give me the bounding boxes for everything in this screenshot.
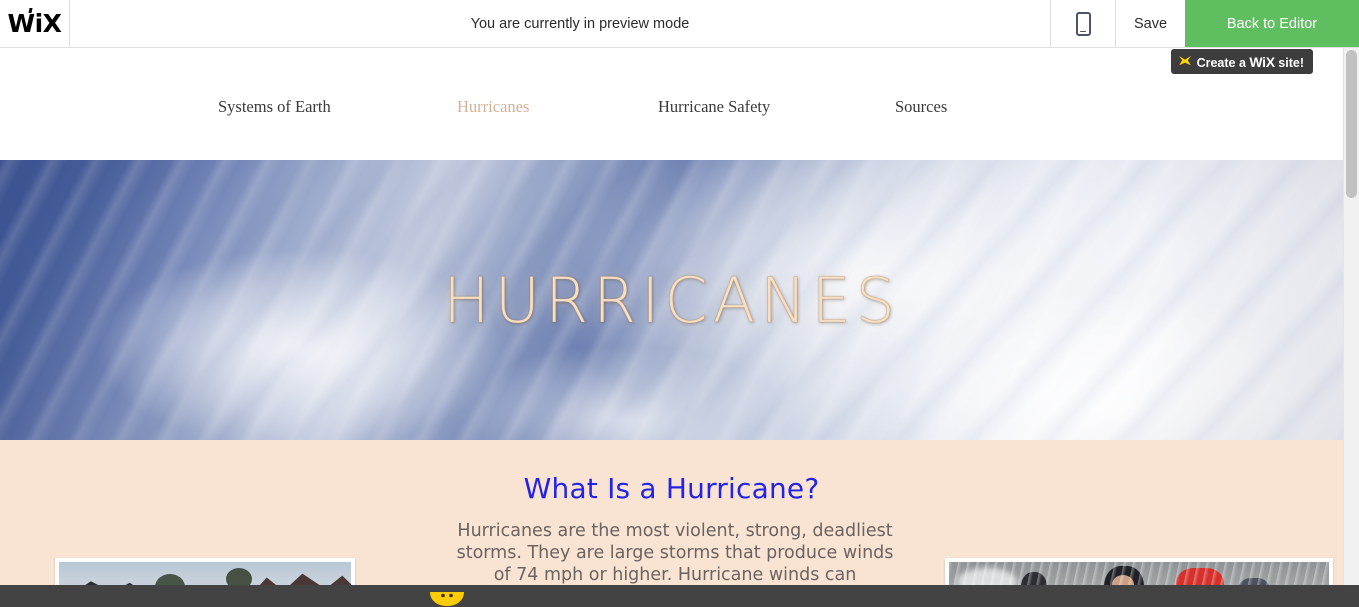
content-paragraph: Hurricanes are the most violent, strong,…	[455, 520, 895, 586]
preview-message-container: You are currently in preview mode	[70, 0, 1050, 47]
hero-section: HURRICANES	[0, 160, 1343, 440]
save-button-label: Save	[1134, 16, 1167, 32]
badge-text-after: site!	[1278, 56, 1304, 70]
content-section: What Is a Hurricane? Hurricanes are the …	[0, 440, 1343, 607]
wix-yellow-face-icon[interactable]	[428, 591, 466, 607]
wix-logo: WiX	[8, 11, 62, 36]
wix-logo-text: WiX	[8, 9, 62, 38]
nav-item-systems-of-earth[interactable]: Systems of Earth	[218, 97, 331, 117]
hero-title-container: HURRICANES	[0, 160, 1343, 440]
site-navigation: Systems of Earth Hurricanes Hurricane Sa…	[0, 48, 1343, 160]
nav-item-hurricane-safety[interactable]: Hurricane Safety	[658, 97, 770, 117]
nav-item-hurricanes[interactable]: Hurricanes	[457, 97, 529, 117]
create-wix-site-label: Create a WiX site!	[1197, 54, 1304, 70]
page-root: WiX You are currently in preview mode Sa…	[0, 0, 1359, 607]
page-title: What Is a Hurricane?	[0, 472, 1343, 505]
bottom-toolbar	[0, 585, 1359, 607]
mobile-phone-icon	[1076, 12, 1091, 36]
badge-text-before: Create a	[1197, 56, 1246, 70]
nav-item-sources[interactable]: Sources	[895, 97, 947, 117]
hero-title: HURRICANES	[443, 264, 900, 337]
back-to-editor-label: Back to Editor	[1227, 16, 1317, 32]
create-wix-site-badge[interactable]: Create a WiX site!	[1171, 49, 1313, 74]
wix-star-icon	[1178, 55, 1192, 68]
preview-mode-message: You are currently in preview mode	[471, 16, 690, 32]
save-button[interactable]: Save	[1116, 0, 1185, 47]
vertical-scrollbar-track[interactable]	[1343, 48, 1359, 585]
mobile-view-button[interactable]	[1050, 0, 1116, 47]
wix-preview-topbar: WiX You are currently in preview mode Sa…	[0, 0, 1359, 48]
badge-brand: WiX	[1249, 54, 1274, 70]
nav-list: Systems of Earth Hurricanes Hurricane Sa…	[0, 95, 1343, 119]
wix-logo-cell[interactable]: WiX	[0, 0, 70, 47]
wix-logo-accent	[28, 8, 32, 13]
vertical-scrollbar-thumb[interactable]	[1346, 50, 1357, 198]
back-to-editor-button[interactable]: Back to Editor	[1185, 0, 1359, 47]
